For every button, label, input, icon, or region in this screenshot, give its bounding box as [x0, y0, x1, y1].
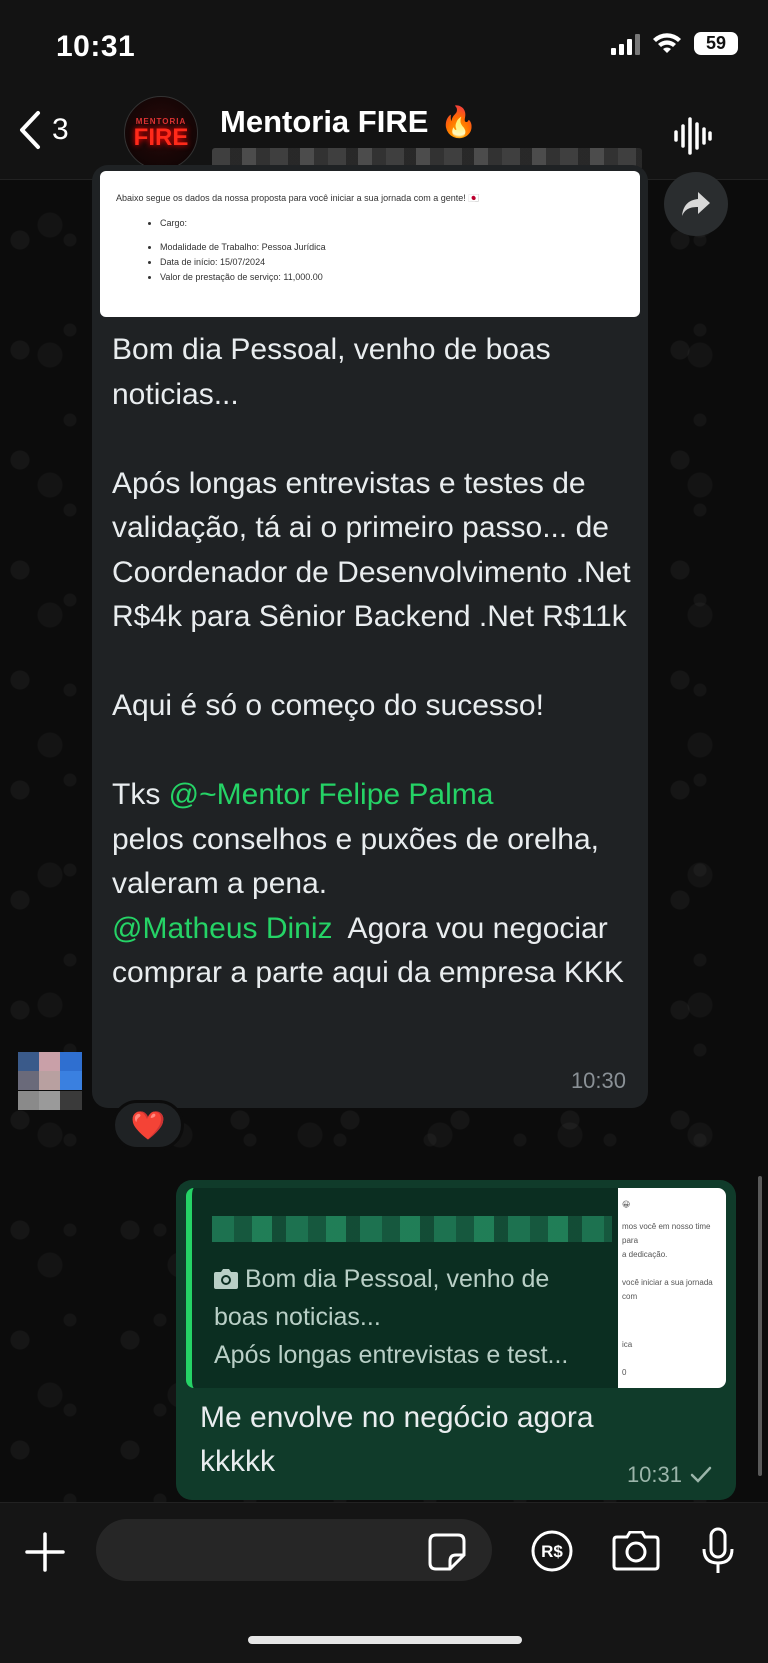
fire-emoji: 🔥 — [440, 105, 478, 139]
battery-icon: 59 — [694, 32, 738, 55]
attachment-item: Data de início: 15/07/2024 — [160, 257, 624, 267]
forward-icon — [682, 192, 710, 216]
chat-header: 10:31 59 3 MENTORIA FIRE Mentoria FIRE 🔥 — [0, 0, 768, 180]
mention-link[interactable]: @Matheus Diniz — [112, 912, 333, 945]
sender-avatar[interactable] — [18, 1052, 82, 1110]
thumb-line: você iniciar a sua jornada com — [622, 1278, 713, 1301]
message-text: Me envolve no negócio agora kkkkk — [200, 1401, 594, 1478]
scrollbar[interactable] — [758, 1176, 762, 1476]
group-avatar[interactable]: MENTORIA FIRE — [124, 96, 198, 170]
chat-name: Mentoria FIRE — [220, 104, 429, 139]
image-attachment[interactable]: Abaixo segue os dados da nossa proposta … — [100, 171, 640, 317]
wifi-icon — [653, 32, 681, 53]
quoted-line-text: Bom dia Pessoal, venho de — [244, 1265, 550, 1293]
quoted-thumbnail: 😀 mos você em nosso time para a dedicaçã… — [618, 1188, 726, 1388]
forward-button[interactable] — [664, 172, 728, 236]
message-meta: 10:31 — [627, 1462, 712, 1488]
mention-link[interactable]: @~Mentor Felipe Palma — [169, 778, 494, 811]
reaction-badge[interactable]: ❤️ — [112, 1100, 184, 1150]
message-text: Bom dia Pessoal, venho de boas noticias.… — [112, 328, 632, 996]
single-check-icon — [690, 1466, 712, 1483]
message-text-part: Bom dia Pessoal, venho de boas noticias.… — [112, 333, 631, 811]
microphone-icon — [702, 1527, 734, 1573]
attachment-item: Valor de prestação de serviço: 11,000.00 — [160, 272, 624, 282]
message-time: 10:31 — [626, 1462, 682, 1487]
attachment-item: Cargo: — [160, 218, 624, 228]
payment-button[interactable]: R$ — [530, 1529, 574, 1578]
camera-icon — [214, 1269, 238, 1289]
sticker-button[interactable] — [428, 1533, 466, 1576]
payment-label: R$ — [541, 1542, 563, 1561]
cellular-signal-icon — [611, 33, 640, 55]
home-indicator — [248, 1636, 522, 1644]
message-time: 10:30 — [570, 1068, 626, 1093]
attachment-list: Cargo: Modalidade de Trabalho: Pessoa Ju… — [116, 218, 624, 282]
quoted-message[interactable]: Bom dia Pessoal, venho de boas noticias.… — [186, 1188, 726, 1388]
camera-icon — [612, 1530, 660, 1571]
status-time: 10:31 — [56, 30, 136, 63]
quoted-text: Bom dia Pessoal, venho de boas noticias.… — [214, 1260, 584, 1374]
attachment-intro: Abaixo segue os dados da nossa proposta … — [116, 193, 480, 203]
quoted-line: Bom dia Pessoal, venho de — [214, 1260, 584, 1298]
payment-icon: R$ — [531, 1530, 573, 1572]
heart-emoji: ❤️ — [130, 1109, 166, 1141]
quoted-line: boas noticias... — [214, 1303, 381, 1331]
message-text-part: pelos conselhos e puxões de orelha, vale… — [112, 822, 600, 901]
attach-button[interactable] — [24, 1531, 66, 1578]
camera-button[interactable] — [612, 1530, 660, 1576]
plus-icon — [25, 1532, 65, 1572]
back-button[interactable]: 3 — [18, 110, 69, 150]
attachment-item: Modalidade de Trabalho: Pessoa Jurídica — [160, 242, 624, 252]
voice-call-button[interactable] — [672, 116, 712, 161]
microphone-button[interactable] — [700, 1527, 736, 1580]
thumb-line: a dedicação. — [622, 1250, 668, 1259]
chat-title[interactable]: Mentoria FIRE 🔥 — [220, 104, 478, 140]
quoted-sender-blurred — [212, 1216, 612, 1242]
thumb-line: mos você em nosso time para — [622, 1222, 711, 1245]
status-icons: 59 — [611, 32, 738, 55]
outgoing-message[interactable]: Bom dia Pessoal, venho de boas noticias.… — [176, 1180, 736, 1500]
sticker-icon — [428, 1533, 466, 1571]
incoming-message[interactable]: Abaixo segue os dados da nossa proposta … — [92, 165, 648, 1108]
unread-count: 3 — [52, 113, 69, 146]
thumb-line: ica — [622, 1340, 633, 1349]
thumb-line: 0 — [622, 1368, 627, 1377]
avatar-big-text: FIRE — [133, 123, 189, 151]
waveform-icon — [674, 117, 712, 155]
quoted-line: Após longas entrevistas e test... — [214, 1341, 569, 1369]
chevron-left-icon — [20, 111, 40, 149]
thumb-line: 😀 — [622, 1200, 631, 1209]
